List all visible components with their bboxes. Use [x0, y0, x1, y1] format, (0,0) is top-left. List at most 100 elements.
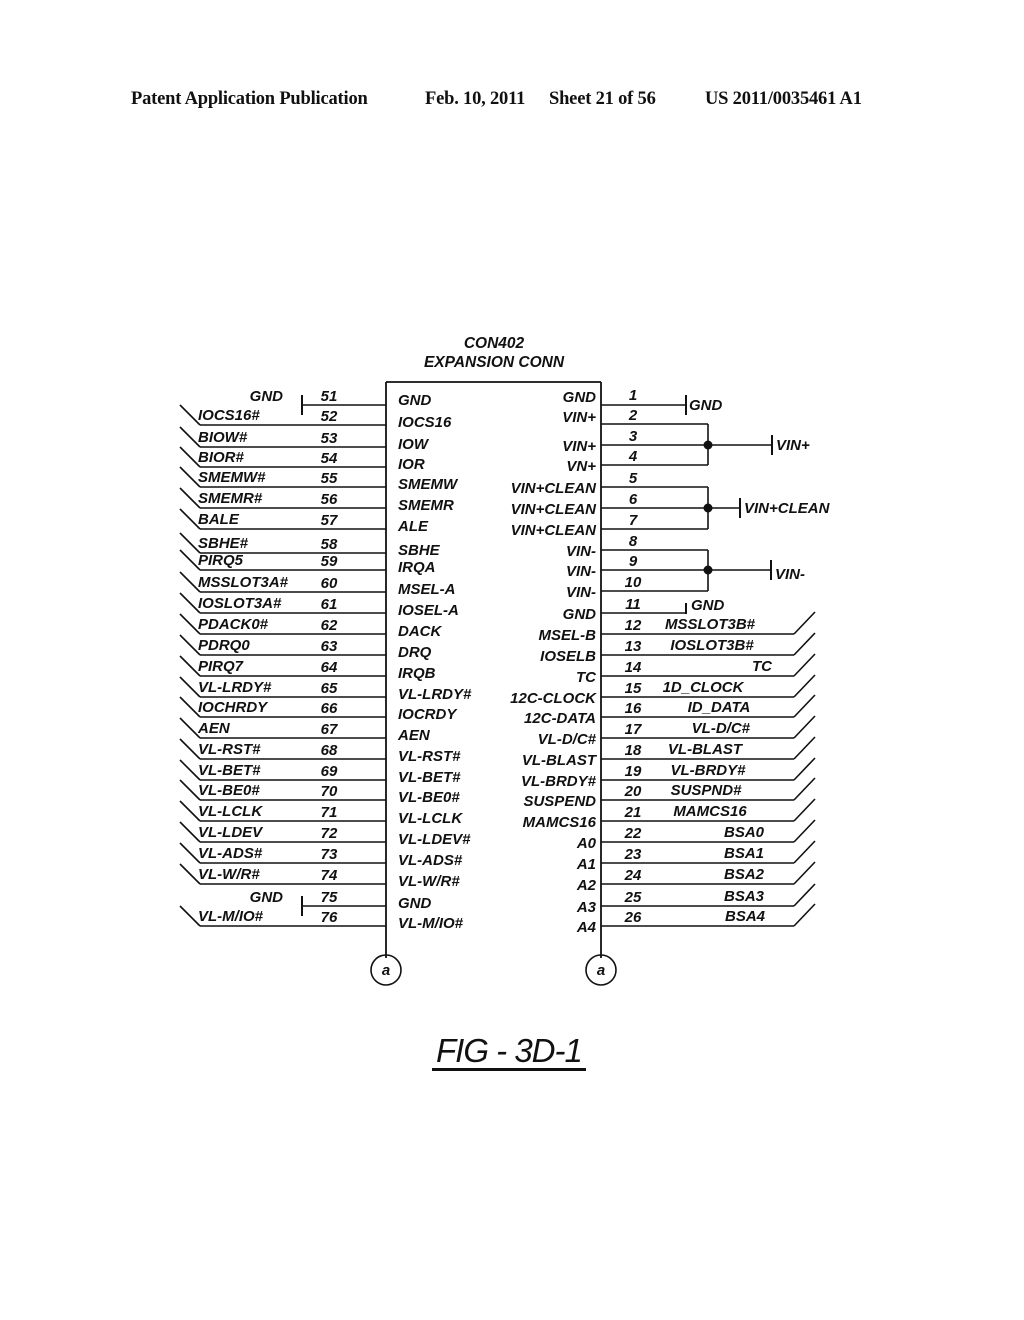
right-gnd-label-11: GND [691, 597, 725, 614]
right-pin-number-26: 26 [624, 909, 642, 926]
left-inner-label-60: MSEL-A [398, 581, 456, 598]
left-pin-number-51: 51 [321, 388, 338, 405]
left-inner-label-57: ALE [397, 518, 429, 535]
right-inner-label-7: VIN+CLEAN [511, 522, 598, 539]
left-bus-entry-52 [179, 404, 201, 426]
right-pin-number-14: 14 [625, 659, 642, 676]
left-bus-entry-63 [179, 634, 201, 656]
right-bus-entry-22 [793, 819, 816, 843]
left-inner-label-69: VL-BET# [398, 769, 461, 786]
right-net-label-25: BSA3 [724, 888, 765, 905]
left-bus-entry-68 [179, 738, 201, 760]
right-pin-number-18: 18 [625, 742, 642, 759]
left-bus-entry-59 [179, 549, 201, 571]
left-inner-label-56: SMEMR [398, 497, 454, 514]
left-inner-label-61: IOSEL-A [398, 602, 459, 619]
left-inner-label-59: IRQA [398, 559, 436, 576]
left-pin-number-76: 76 [321, 909, 338, 926]
left-net-label-70: VL-BE0# [198, 782, 260, 799]
left-net-label-54: BIOR# [198, 449, 245, 466]
left-net-label-69: VL-BET# [198, 762, 261, 779]
left-bus-entry-61 [179, 592, 201, 614]
right-pin-number-9: 9 [629, 553, 638, 570]
right-inner-label-13: IOSELB [540, 648, 596, 665]
left-bus-entry-65 [179, 676, 201, 698]
right-pin-number-4: 4 [628, 448, 638, 465]
right-inner-label-8: VIN- [566, 543, 596, 560]
schematic-diagram: CON402 EXPANSION CONN a aGND51GNDIOCS1652… [179, 335, 831, 986]
right-pin-number-16: 16 [625, 700, 642, 717]
right-inner-label-26: A4 [576, 919, 597, 936]
left-inner-label-55: SMEMW [398, 476, 459, 493]
right-inner-label-19: VL-BRDY# [521, 773, 597, 790]
right-inner-label-9: VIN- [566, 563, 596, 580]
left-inner-label-74: VL-W/R# [398, 873, 460, 890]
left-bus-entry-64 [179, 655, 201, 677]
left-bus-entry-62 [179, 613, 201, 635]
left-inner-label-72: VL-LDEV# [398, 831, 471, 848]
right-net-label-12: MSSLOT3B# [665, 616, 756, 633]
left-inner-label-67: AEN [397, 727, 431, 744]
left-net-label-61: IOSLOT3A# [198, 595, 282, 612]
left-pin-number-66: 66 [321, 700, 338, 717]
left-pin-number-53: 53 [321, 430, 338, 447]
right-inner-label-20: SUSPEND [523, 793, 596, 810]
left-bus-entry-53 [179, 426, 201, 448]
right-inner-label-3: VIN+ [562, 438, 596, 455]
right-net-label-26: BSA4 [725, 908, 766, 925]
right-net-label-24: BSA2 [724, 866, 765, 883]
left-net-label-64: PIRQ7 [198, 658, 244, 675]
left-pin-number-74: 74 [321, 867, 338, 884]
left-inner-label-73: VL-ADS# [398, 852, 463, 869]
left-net-label-71: VL-LCLK [198, 803, 263, 820]
left-inner-label-70: VL-BE0# [398, 789, 460, 806]
right-inner-label-25: A3 [576, 899, 597, 916]
left-net-label-57: BALE [198, 511, 240, 528]
right-bus-entry-18 [793, 736, 816, 760]
left-pin-number-71: 71 [321, 804, 338, 821]
left-inner-label-64: IRQB [398, 665, 436, 682]
left-bus-entry-55 [179, 466, 201, 488]
right-net-label-18: VL-BLAST [668, 741, 744, 758]
right-bus-entry-26 [793, 903, 816, 927]
right-pin-number-10: 10 [625, 574, 642, 591]
left-bus-entry-72 [179, 821, 201, 843]
left-net-label-68: VL-RST# [198, 741, 261, 758]
right-net-label-19: VL-BRDY# [670, 762, 746, 779]
right-inner-label-15: 12C-CLOCK [510, 690, 597, 707]
left-pin-number-70: 70 [321, 783, 338, 800]
right-inner-label-14: TC [576, 669, 597, 686]
right-pin-number-15: 15 [625, 680, 642, 697]
right-net-label-15: 1D_CLOCK [663, 679, 745, 696]
right-net-label-22: BSA0 [724, 824, 765, 841]
right-pin-number-2: 2 [628, 407, 638, 424]
left-net-label-65: VL-LRDY# [198, 679, 272, 696]
figure-label: FIG - 3D-1 [432, 1034, 586, 1071]
left-bus-entry-66 [179, 696, 201, 718]
left-net-label-53: BIOW# [198, 429, 248, 446]
right-inner-label-10: VIN- [566, 584, 596, 601]
right-pin-number-8: 8 [629, 533, 638, 550]
right-inner-label-21: MAMCS16 [523, 814, 597, 831]
left-inner-label-71: VL-LCLK [398, 810, 463, 827]
right-net-label-21: MAMCS16 [673, 803, 747, 820]
right-pin-number-1: 1 [629, 387, 637, 404]
left-pin-number-56: 56 [321, 491, 338, 508]
left-inner-label-65: VL-LRDY# [398, 686, 472, 703]
left-pin-number-58: 58 [321, 536, 338, 553]
left-bus-entry-76 [179, 905, 201, 927]
off-page-connector-left-label: a [382, 962, 390, 979]
right-bus-entry-12 [793, 611, 816, 635]
left-pin-number-68: 68 [321, 742, 338, 759]
left-bus-entry-56 [179, 487, 201, 509]
right-bus-entry-15 [793, 674, 816, 698]
right-pin-number-21: 21 [624, 804, 642, 821]
left-pin-number-55: 55 [321, 470, 338, 487]
left-net-label-73: VL-ADS# [198, 845, 263, 862]
right-net-label-23: BSA1 [724, 845, 764, 862]
left-inner-label-54: IOR [398, 456, 425, 473]
right-pin-number-7: 7 [629, 512, 638, 529]
left-inner-label-58: SBHE [398, 542, 441, 559]
right-net-label-14: TC [752, 658, 773, 675]
left-pin-number-75: 75 [321, 889, 338, 906]
